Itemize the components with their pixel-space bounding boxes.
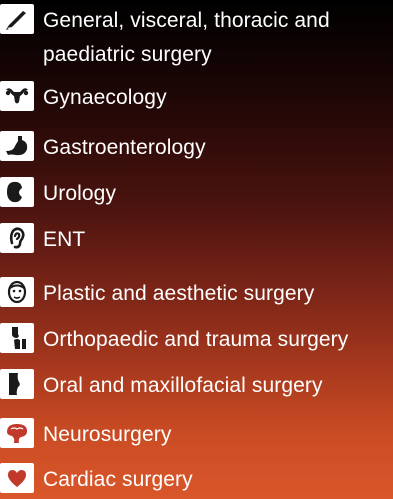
list-item-label: Gynaecology bbox=[43, 86, 167, 109]
heart-icon bbox=[0, 463, 34, 493]
stomach-icon bbox=[0, 131, 34, 161]
list-item-gastroenterology: Gastroenterology bbox=[0, 131, 206, 165]
list-item-orthopaedic-surgery: Orthopaedic and trauma surgery bbox=[0, 323, 348, 357]
list-item-plastic-surgery: Plastic and aesthetic surgery bbox=[0, 277, 314, 311]
uterus-icon bbox=[0, 81, 34, 111]
list-item-label: Cardiac surgery bbox=[43, 468, 193, 491]
list-item-gynaecology: Gynaecology bbox=[0, 81, 167, 115]
list-item-label: General, visceral, thoracic and paediatr… bbox=[43, 9, 330, 66]
list-item-ent: ENT bbox=[0, 223, 85, 257]
list-item-cardiac-surgery: Cardiac surgery bbox=[0, 463, 193, 497]
jaw-icon bbox=[0, 369, 34, 399]
kidney-icon bbox=[0, 177, 34, 207]
list-item-urology: Urology bbox=[0, 177, 116, 211]
list-item-label: Orthopaedic and trauma surgery bbox=[43, 328, 349, 351]
list-item-neurosurgery: Neurosurgery bbox=[0, 418, 171, 452]
list-item-label: Gastroenterology bbox=[43, 136, 206, 159]
list-item-label: Neurosurgery bbox=[43, 423, 172, 446]
list-item-label: Urology bbox=[43, 182, 117, 205]
knee-joint-icon bbox=[0, 323, 34, 353]
list-item-general-surgery: General, visceral, thoracic and paediatr… bbox=[0, 4, 363, 72]
scalpel-icon bbox=[0, 4, 34, 34]
list-item-label: ENT bbox=[43, 228, 86, 251]
list-item-oral-surgery: Oral and maxillofacial surgery bbox=[0, 369, 323, 403]
list-item-label: Oral and maxillofacial surgery bbox=[43, 374, 323, 397]
ear-icon bbox=[0, 223, 34, 253]
brain-icon bbox=[0, 418, 34, 448]
list-item-label: Plastic and aesthetic surgery bbox=[43, 282, 315, 305]
face-icon bbox=[0, 277, 34, 307]
